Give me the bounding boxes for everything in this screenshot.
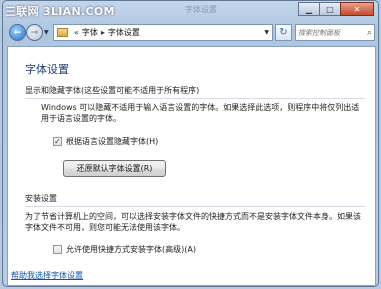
chevron-down-icon: ▼ bbox=[44, 29, 49, 36]
shortcut-install-checkbox[interactable] bbox=[53, 245, 62, 254]
breadcrumb-font-settings[interactable]: 字体设置 bbox=[108, 27, 140, 38]
title-buttons: ▁ □ ✕ bbox=[298, 2, 374, 16]
hide-fonts-checkbox[interactable]: ✓ bbox=[53, 137, 62, 146]
help-link[interactable]: 帮助我选择字体设置 bbox=[11, 270, 83, 281]
shortcut-install-checkbox-row[interactable]: 允许使用快捷方式安装字体(高级)(A) bbox=[53, 244, 196, 255]
search-box[interactable]: ⌕ bbox=[295, 24, 375, 41]
close-icon: ✕ bbox=[353, 4, 361, 14]
page-title: 字体设置 bbox=[25, 63, 69, 76]
restore-default-font-settings-button[interactable]: 还原默认字体设置(R) bbox=[63, 160, 166, 177]
minimize-icon: ▁ bbox=[305, 4, 313, 14]
refresh-icon: ↻ bbox=[279, 27, 288, 38]
hide-fonts-description: Windows 可以隐藏不适用于输入语言设置的字体。如果选择此选项，则程序中将仅… bbox=[41, 103, 360, 123]
checkmark-icon: ✓ bbox=[54, 136, 61, 146]
recent-pages-dropdown[interactable]: ▼ bbox=[44, 29, 49, 36]
section-divider bbox=[25, 98, 365, 99]
watermark-text: 三联网 3LIAN.COM bbox=[5, 5, 115, 18]
control-panel-window: 三联网 3LIAN.COM 字体设置 ▁ □ ✕ ← → ▼ « 字体 ▸ 字体… bbox=[2, 0, 379, 287]
breadcrumb-overflow[interactable]: « bbox=[74, 28, 79, 37]
shortcut-install-checkbox-label[interactable]: 允许使用快捷方式安装字体(高级)(A) bbox=[66, 244, 196, 255]
address-bar[interactable]: « 字体 ▸ 字体设置 ▼ bbox=[53, 24, 273, 41]
navigation-bar: ← → ▼ « 字体 ▸ 字体设置 ▼ ↻ ⌕ bbox=[7, 23, 375, 43]
back-arrow-icon: ← bbox=[13, 27, 22, 38]
window-title: 字体设置 bbox=[185, 5, 217, 14]
section-divider bbox=[25, 206, 365, 207]
minimize-button[interactable]: ▁ bbox=[298, 2, 320, 16]
breadcrumb-fonts[interactable]: 字体 bbox=[82, 27, 98, 38]
forward-button[interactable]: → bbox=[26, 24, 43, 41]
close-button[interactable]: ✕ bbox=[340, 2, 374, 16]
hide-fonts-section-title: 显示和隐藏字体(这些设置可能不适用于所有程序) bbox=[25, 86, 200, 95]
main-content: 字体设置 显示和隐藏字体(这些设置可能不适用于所有程序) Windows 可以隐… bbox=[7, 46, 376, 286]
forward-arrow-icon: → bbox=[30, 27, 39, 38]
breadcrumb-separator-icon[interactable]: ▸ bbox=[101, 28, 105, 37]
maximize-button[interactable]: □ bbox=[319, 2, 341, 16]
install-section-title: 安装设置 bbox=[25, 194, 57, 203]
refresh-button[interactable]: ↻ bbox=[275, 24, 292, 41]
install-description: 为了节省计算机上的空间，可以选择安装字体文件的快捷方式而不是安装字体文件本身。如… bbox=[25, 212, 361, 232]
hide-fonts-checkbox-row[interactable]: ✓ 根据语言设置隐藏字体(H) bbox=[53, 136, 158, 147]
address-dropdown-icon[interactable]: ▼ bbox=[264, 29, 269, 36]
hide-fonts-checkbox-label[interactable]: 根据语言设置隐藏字体(H) bbox=[66, 136, 158, 147]
search-input[interactable] bbox=[298, 28, 358, 37]
back-button[interactable]: ← bbox=[9, 24, 26, 41]
maximize-icon: □ bbox=[326, 4, 334, 14]
search-icon[interactable]: ⌕ bbox=[367, 28, 372, 38]
folder-icon bbox=[57, 28, 68, 37]
